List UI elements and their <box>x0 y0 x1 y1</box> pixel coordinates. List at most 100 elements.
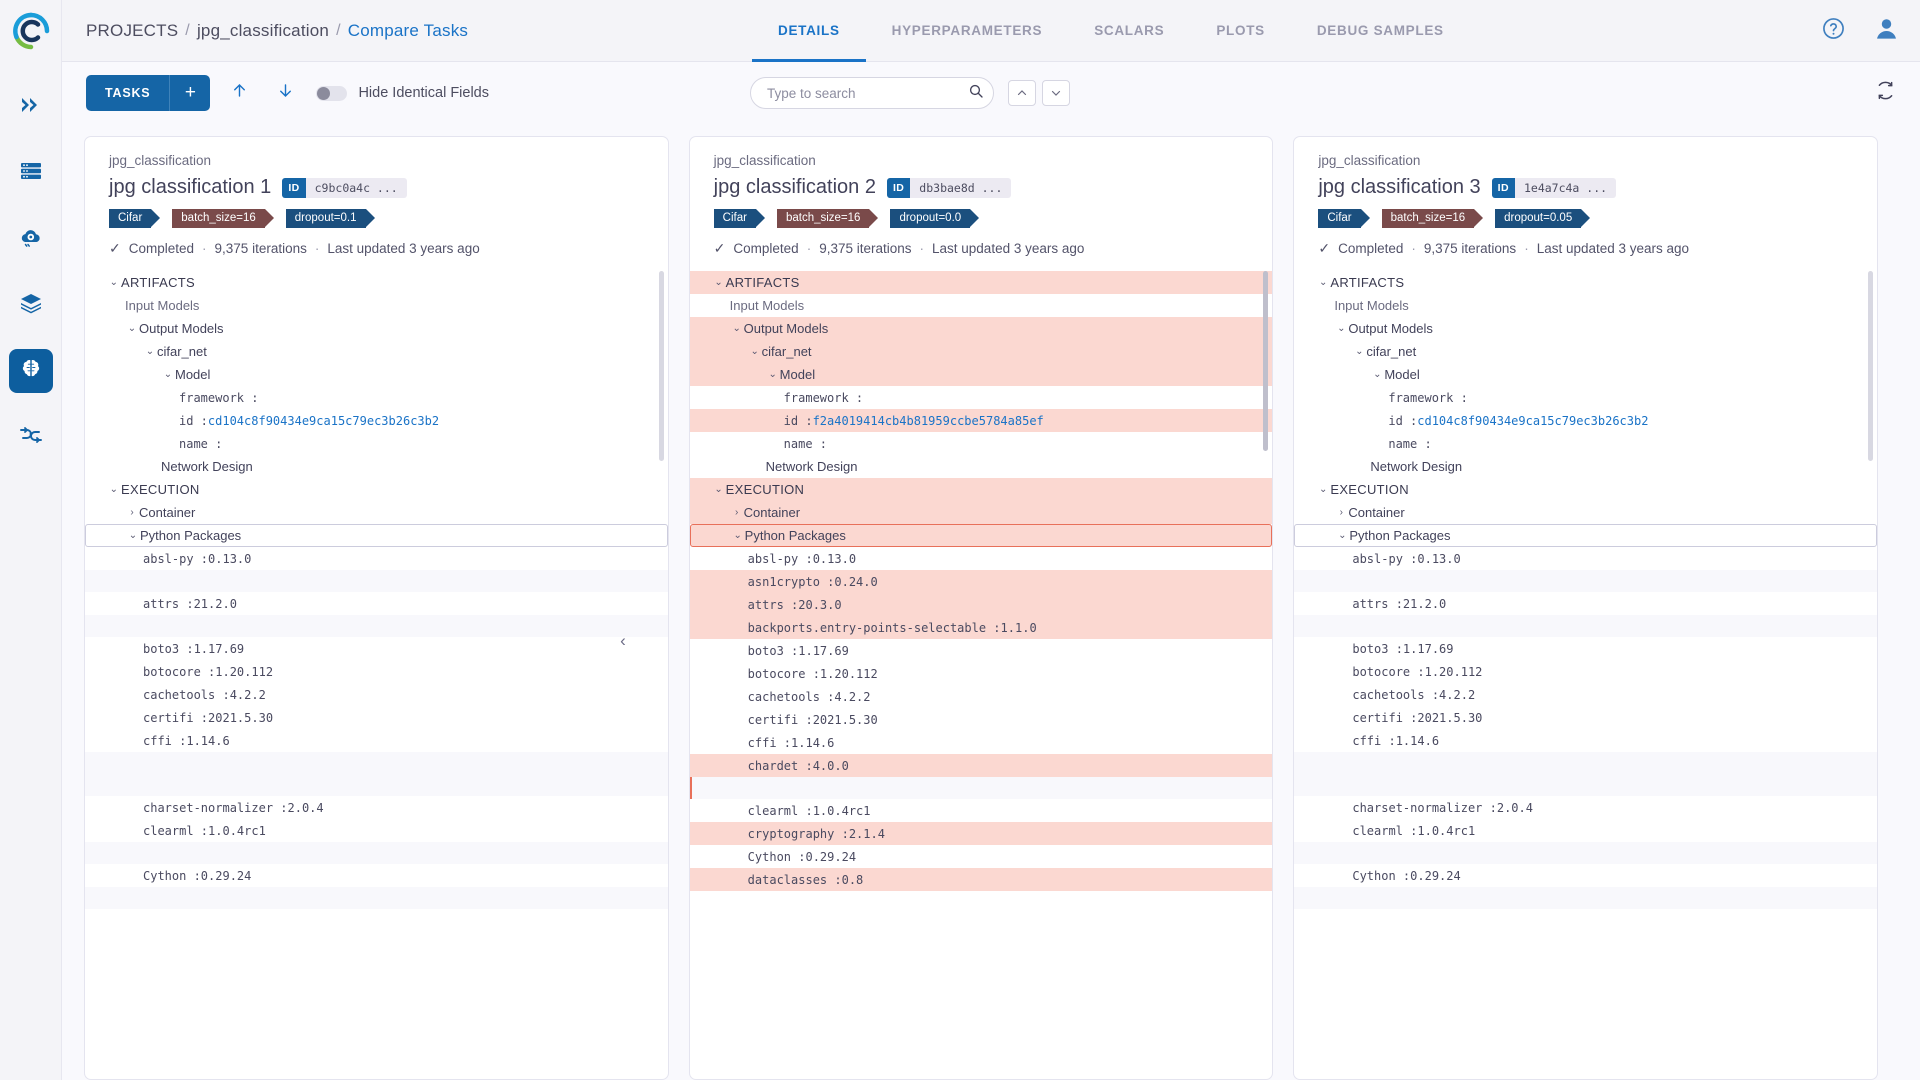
search-prev-button[interactable] <box>1008 80 1036 106</box>
tree-row[interactable]: ⌄framework : <box>1294 386 1877 409</box>
tree-row[interactable]: ⌄botocore : 1.20.112 <box>690 662 1273 685</box>
breadcrumb-current[interactable]: Compare Tasks <box>348 21 468 41</box>
tree-row[interactable]: ⌄ cifar_net <box>689 340 1273 363</box>
tree-row[interactable]: ⌄ Model <box>689 363 1273 386</box>
tree-row[interactable]: ⌄cffi : 1.14.6 <box>1294 729 1877 752</box>
tree-row[interactable]: ⌄ Model <box>1294 363 1877 386</box>
tree-row[interactable]: ⌄Cython : 0.29.24 <box>85 864 668 887</box>
task-tag[interactable]: dropout=0.1 <box>285 209 375 228</box>
tree-row[interactable]: ⌄certifi : 2021.5.30 <box>690 708 1273 731</box>
tab-scalars[interactable]: SCALARS <box>1068 0 1190 62</box>
task-tag[interactable]: batch_size=16 <box>1381 209 1483 228</box>
tree-row[interactable]: ⌄Network Design <box>690 455 1273 478</box>
tree-row[interactable]: ⌄ Output Models <box>85 317 668 340</box>
tree-row[interactable]: ⌄chardet : 4.0.0 <box>689 754 1273 777</box>
task-id-chip-3[interactable]: ID 1e4a7c4a ... <box>1491 177 1617 198</box>
tree-row[interactable]: ⌄certifi : 2021.5.30 <box>85 706 668 729</box>
tree-row[interactable]: ⌄name : <box>690 432 1273 455</box>
tree-row[interactable]: ⌄charset-normalizer : 2.0.4 <box>85 796 668 819</box>
sidebar-item-models[interactable] <box>9 283 53 327</box>
hide-identical-toggle[interactable]: Hide Identical Fields <box>316 85 489 101</box>
prev-diff-button[interactable] <box>222 76 256 110</box>
tree-row[interactable]: ⌄Network Design <box>1294 455 1877 478</box>
task-tag[interactable]: batch_size=16 <box>776 209 878 228</box>
tree-section-row[interactable]: ⌄ EXECUTION <box>1294 478 1877 501</box>
tree-row[interactable]: ⌄backports.entry-points-selectable : 1.1… <box>689 616 1273 639</box>
tree-row[interactable]: ⌄ Model <box>85 363 668 386</box>
tree-section-row[interactable]: ⌄ ARTIFACTS <box>1294 271 1877 294</box>
task-title-1[interactable]: jpg classification 1 <box>109 176 271 199</box>
task-tag[interactable]: batch_size=16 <box>172 209 274 228</box>
tree-row[interactable]: ⌄charset-normalizer : 2.0.4 <box>1294 796 1877 819</box>
search-button[interactable] <box>963 80 989 106</box>
add-task-button[interactable]: + <box>170 75 211 111</box>
tree-row[interactable]: ⌄absl-py : 0.13.0 <box>1294 547 1877 570</box>
tree-section-row[interactable]: ⌄ ARTIFACTS <box>689 271 1273 294</box>
tree-row[interactable]: ⌄absl-py : 0.13.0 <box>690 547 1273 570</box>
tree-row[interactable]: ⌄cachetools : 4.2.2 <box>690 685 1273 708</box>
tasks-button[interactable]: TASKS <box>86 75 171 111</box>
tab-details[interactable]: DETAILS <box>752 0 866 62</box>
tree-row[interactable]: ⌄Input Models <box>1294 294 1877 317</box>
tree-row[interactable]: ⌄cffi : 1.14.6 <box>85 729 668 752</box>
tab-hyperparameters[interactable]: HYPERPARAMETERS <box>866 0 1069 62</box>
tree-row[interactable]: ⌄cachetools : 4.2.2 <box>1294 683 1877 706</box>
tree-row[interactable]: ⌄name : <box>1294 432 1877 455</box>
tree-row[interactable]: ⌄ Output Models <box>1294 317 1877 340</box>
task-tag[interactable]: Cifar <box>1318 209 1370 228</box>
tree-row[interactable]: ⌄cryptography : 2.1.4 <box>689 822 1273 845</box>
sidebar-item-experiments[interactable] <box>8 349 53 393</box>
tree-row[interactable]: ⌄framework : <box>690 386 1273 409</box>
task-title-2[interactable]: jpg classification 2 <box>714 176 876 199</box>
task-id-chip-1[interactable]: ID c9bc0a4c ... <box>282 177 407 198</box>
tree-row[interactable]: ⌄ Python Packages <box>85 524 668 547</box>
task-title-3[interactable]: jpg classification 3 <box>1318 176 1480 199</box>
task-tag[interactable]: Cifar <box>109 209 161 228</box>
next-diff-button[interactable] <box>268 76 302 110</box>
tree-row[interactable]: ⌄clearml : 1.0.4rc1 <box>690 799 1273 822</box>
tree-row[interactable]: ⌄boto3 : 1.17.69 <box>1294 637 1877 660</box>
tree-value-link[interactable]: cd104c8f90434e9ca15c79ec3b26c3b2 <box>208 414 439 428</box>
tree-row[interactable]: ⌄Input Models <box>85 294 668 317</box>
tree-row[interactable]: › Container <box>689 501 1273 524</box>
tree-row[interactable]: ⌄clearml : 1.0.4rc1 <box>1294 819 1877 842</box>
help-button[interactable] <box>1818 16 1848 46</box>
tree-row[interactable]: ⌄id : cd104c8f90434e9ca15c79ec3b26c3b2 <box>85 409 668 432</box>
tree-row[interactable]: ⌄id : f2a4019414cb4b81959ccbe5784a85ef <box>689 409 1273 432</box>
task-tag[interactable]: dropout=0.05 <box>1495 209 1591 228</box>
tree-row[interactable]: ⌄Cython : 0.29.24 <box>690 845 1273 868</box>
tree-row[interactable]: ⌄cffi : 1.14.6 <box>690 731 1273 754</box>
tree-row[interactable]: ⌄attrs : 21.2.0 <box>1294 592 1877 615</box>
tree-row[interactable]: ⌄absl-py : 0.13.0 <box>85 547 668 570</box>
tab-debug-samples[interactable]: DEBUG SAMPLES <box>1291 0 1470 62</box>
sidebar-item-reports[interactable] <box>9 415 53 459</box>
tree-row[interactable]: ⌄attrs : 21.2.0 <box>85 592 668 615</box>
sidebar-item-datasets[interactable] <box>9 151 53 195</box>
tree-value-link[interactable]: f2a4019414cb4b81959ccbe5784a85ef <box>813 414 1044 428</box>
tree-row[interactable]: ⌄ cifar_net <box>1294 340 1877 363</box>
tree-row[interactable]: ⌄name : <box>85 432 668 455</box>
sidebar-item-workers[interactable] <box>9 217 53 261</box>
tree-section-row[interactable]: ⌄ EXECUTION <box>689 478 1273 501</box>
task-tag[interactable]: Cifar <box>713 209 766 228</box>
breadcrumb-project[interactable]: jpg_classification <box>197 21 329 41</box>
tree-row[interactable]: ⌄ Python Packages <box>1294 524 1878 547</box>
column-scrollbar[interactable] <box>658 271 664 461</box>
tree-row[interactable]: ⌄attrs : 20.3.0 <box>689 593 1273 616</box>
refresh-button[interactable] <box>1870 78 1900 108</box>
tree-row[interactable]: ⌄botocore : 1.20.112 <box>1294 660 1877 683</box>
tree-row[interactable]: ⌄Cython : 0.29.24 <box>1294 864 1877 887</box>
breadcrumb-projects[interactable]: PROJECTS <box>86 21 178 41</box>
column-scrollbar[interactable] <box>1263 271 1269 451</box>
tree-value-link[interactable]: cd104c8f90434e9ca15c79ec3b26c3b2 <box>1417 414 1648 428</box>
tree-section-row[interactable]: ⌄ EXECUTION <box>85 478 668 501</box>
tree-row[interactable]: ⌄clearml : 1.0.4rc1 <box>85 819 668 842</box>
tree-row[interactable]: › Container <box>1294 501 1877 524</box>
tree-row[interactable]: ⌄ Python Packages <box>689 524 1273 547</box>
tree-row[interactable]: ⌄boto3 : 1.17.69 <box>690 639 1273 662</box>
tree-row[interactable]: ⌄cachetools : 4.2.2 <box>85 683 668 706</box>
tree-row[interactable]: ⌄botocore : 1.20.112 <box>85 660 668 683</box>
tree-row[interactable]: ⌄Input Models <box>690 294 1273 317</box>
tree-row[interactable]: ⌄certifi : 2021.5.30 <box>1294 706 1877 729</box>
column-scrollbar[interactable] <box>1868 271 1874 461</box>
